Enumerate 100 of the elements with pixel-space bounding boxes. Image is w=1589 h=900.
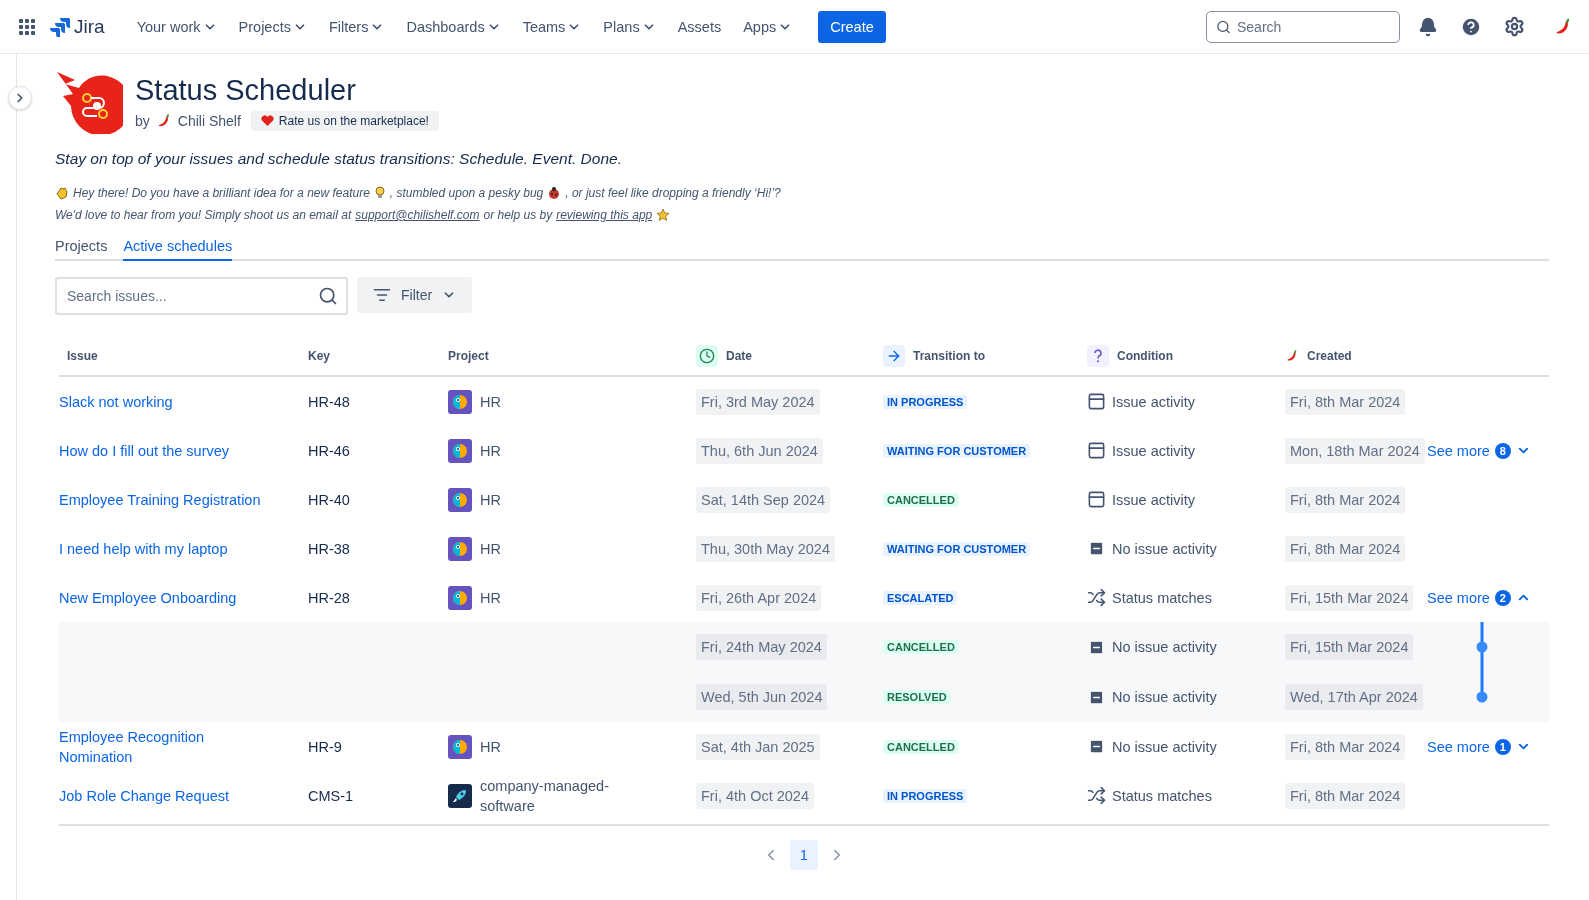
issue-key: CMS-1 [308, 787, 448, 804]
issue-key: HR-28 [308, 589, 448, 606]
issue-link[interactable]: Employee Training Registration [59, 489, 308, 510]
count-badge: 8 [1494, 442, 1511, 459]
condition-text: Status matches [1112, 589, 1212, 606]
status-lozenge: IN PROGRESS [883, 394, 968, 409]
product-name: Jira [74, 15, 105, 38]
app-title: Status Scheduler [135, 73, 357, 107]
column-header: Transition to [913, 349, 985, 363]
project-name: HR [480, 392, 501, 412]
project-name: company-managed-software [480, 776, 610, 816]
question-mark-icon [1087, 345, 1109, 367]
condition-text: Issue activity [1112, 442, 1195, 459]
message-link[interactable]: reviewing this app [556, 208, 653, 222]
created-date-pill: Fri, 8th Mar 2024 [1285, 388, 1406, 415]
parrot-icon [448, 585, 472, 610]
column-header: Condition [1117, 349, 1173, 363]
nav-menu-item[interactable]: Assets [669, 12, 730, 41]
condition-text: No issue activity [1112, 639, 1217, 655]
see-more-button[interactable]: See more 2 [1427, 589, 1531, 606]
window-icon [1087, 392, 1106, 411]
minus-square-icon [1088, 738, 1105, 755]
nav-menu-item[interactable]: Projects [230, 12, 315, 41]
tab[interactable]: Active schedules [123, 234, 233, 261]
window-icon [1087, 490, 1106, 509]
date-pill: Fri, 4th Oct 2024 [696, 782, 814, 809]
search-icon [1216, 19, 1231, 34]
message-link[interactable]: support@chilishelf.com [355, 208, 480, 222]
created-date-pill: Fri, 8th Mar 2024 [1285, 535, 1406, 562]
date-pill: Thu, 6th Jun 2024 [696, 437, 823, 464]
nav-menu-item[interactable]: Plans [595, 12, 664, 41]
condition-text: Issue activity [1112, 393, 1195, 410]
star-icon [656, 208, 671, 222]
issue-key: HR-38 [308, 540, 448, 557]
project-name: HR [480, 441, 501, 461]
issue-link[interactable]: I need help with my laptop [59, 538, 308, 559]
message-text: Hey there! Do you have a brilliant idea for a new feature , stumbled upon a pesky bug , or just feel like dropping a friendly ‘Hi!’? [55, 186, 1549, 200]
issue-key: HR-48 [308, 393, 448, 410]
see-more-button[interactable]: See more 8 [1427, 442, 1531, 459]
filter-button[interactable]: Filter [357, 277, 473, 313]
created-date-pill: Fri, 8th Mar 2024 [1285, 733, 1406, 760]
nav-menu-item[interactable]: Apps [735, 12, 801, 41]
create-button[interactable]: Create [818, 10, 886, 43]
shuffle-icon [1087, 588, 1106, 607]
tab[interactable]: Projects [55, 234, 108, 261]
nav-menu-item[interactable]: Filters [320, 12, 393, 41]
condition-text: No issue activity [1112, 689, 1217, 705]
created-date-pill: Wed, 17th Apr 2024 [1285, 684, 1423, 710]
count-badge: 2 [1494, 589, 1511, 606]
jira-logo-icon[interactable] [50, 16, 70, 37]
parrot-icon [448, 536, 472, 561]
issue-key: HR-9 [308, 738, 448, 755]
date-pill: Sat, 4th Jan 2025 [696, 733, 820, 760]
issue-link[interactable]: Job Role Change Request [59, 785, 308, 806]
tagline: Stay on top of your issues and schedule status transitions: Schedule. Event. Done. [55, 150, 623, 168]
project-name: HR [480, 737, 501, 757]
clock-icon [696, 345, 718, 367]
issue-link[interactable]: How do I fill out the survey [59, 440, 308, 461]
status-lozenge: RESOLVED [883, 690, 951, 704]
column-header: Key [308, 349, 330, 363]
nav-menu-item[interactable]: Teams [514, 12, 590, 41]
condition-text: Status matches [1112, 787, 1212, 804]
issue-key: HR-46 [308, 442, 448, 459]
minus-square-icon [1088, 638, 1105, 656]
bug-icon [547, 186, 562, 200]
status-lozenge: WAITING FOR CUSTOMER [883, 443, 1031, 458]
status-lozenge: WAITING FOR CUSTOMER [883, 541, 1031, 556]
expand-sidebar-button[interactable] [8, 86, 32, 110]
date-pill: Fri, 26th Apr 2024 [696, 584, 822, 611]
created-date-pill: Fri, 8th Mar 2024 [1285, 486, 1406, 513]
app-grid-icon[interactable] [18, 17, 36, 36]
nav-menu-item[interactable]: Dashboards [398, 12, 509, 41]
created-date-pill: Fri, 8th Mar 2024 [1285, 782, 1406, 809]
rate-button[interactable]: Rate us on the marketplace! [250, 110, 439, 131]
search-icon [318, 286, 338, 306]
shuffle-icon [1087, 786, 1106, 805]
parrot-icon [448, 438, 472, 463]
status-lozenge: ESCALATED [883, 590, 958, 605]
created-date-pill: Mon, 18th Mar 2024 [1285, 437, 1425, 464]
created-date-pill: Fri, 15th Mar 2024 [1285, 584, 1414, 611]
status-lozenge: CANCELLED [883, 492, 959, 507]
column-header: Project [448, 349, 489, 363]
nav-menu-item[interactable]: Your work [128, 12, 225, 41]
page-button[interactable]: 1 [790, 840, 818, 870]
condition-text: Issue activity [1112, 491, 1195, 508]
issue-link[interactable]: New Employee Onboarding [59, 587, 308, 608]
chili-pepper-icon [1285, 349, 1299, 363]
project-name: HR [480, 490, 501, 510]
filter-icon [373, 286, 391, 304]
vendor-name: Chili Shelf [177, 112, 241, 129]
see-more-button[interactable]: See more 1 [1427, 738, 1531, 755]
app-logo-icon [55, 70, 123, 134]
issue-link[interactable]: Employee Recognition Nomination [59, 726, 308, 767]
minus-square-icon [1088, 688, 1105, 706]
arrow-right-icon [883, 345, 905, 367]
search-field[interactable]: Search [1206, 10, 1400, 43]
issue-link[interactable]: Slack not working [59, 391, 308, 412]
search-issues-field[interactable]: Search issues... [55, 277, 348, 315]
parrot-icon [448, 487, 472, 512]
column-header: Date [726, 349, 752, 363]
